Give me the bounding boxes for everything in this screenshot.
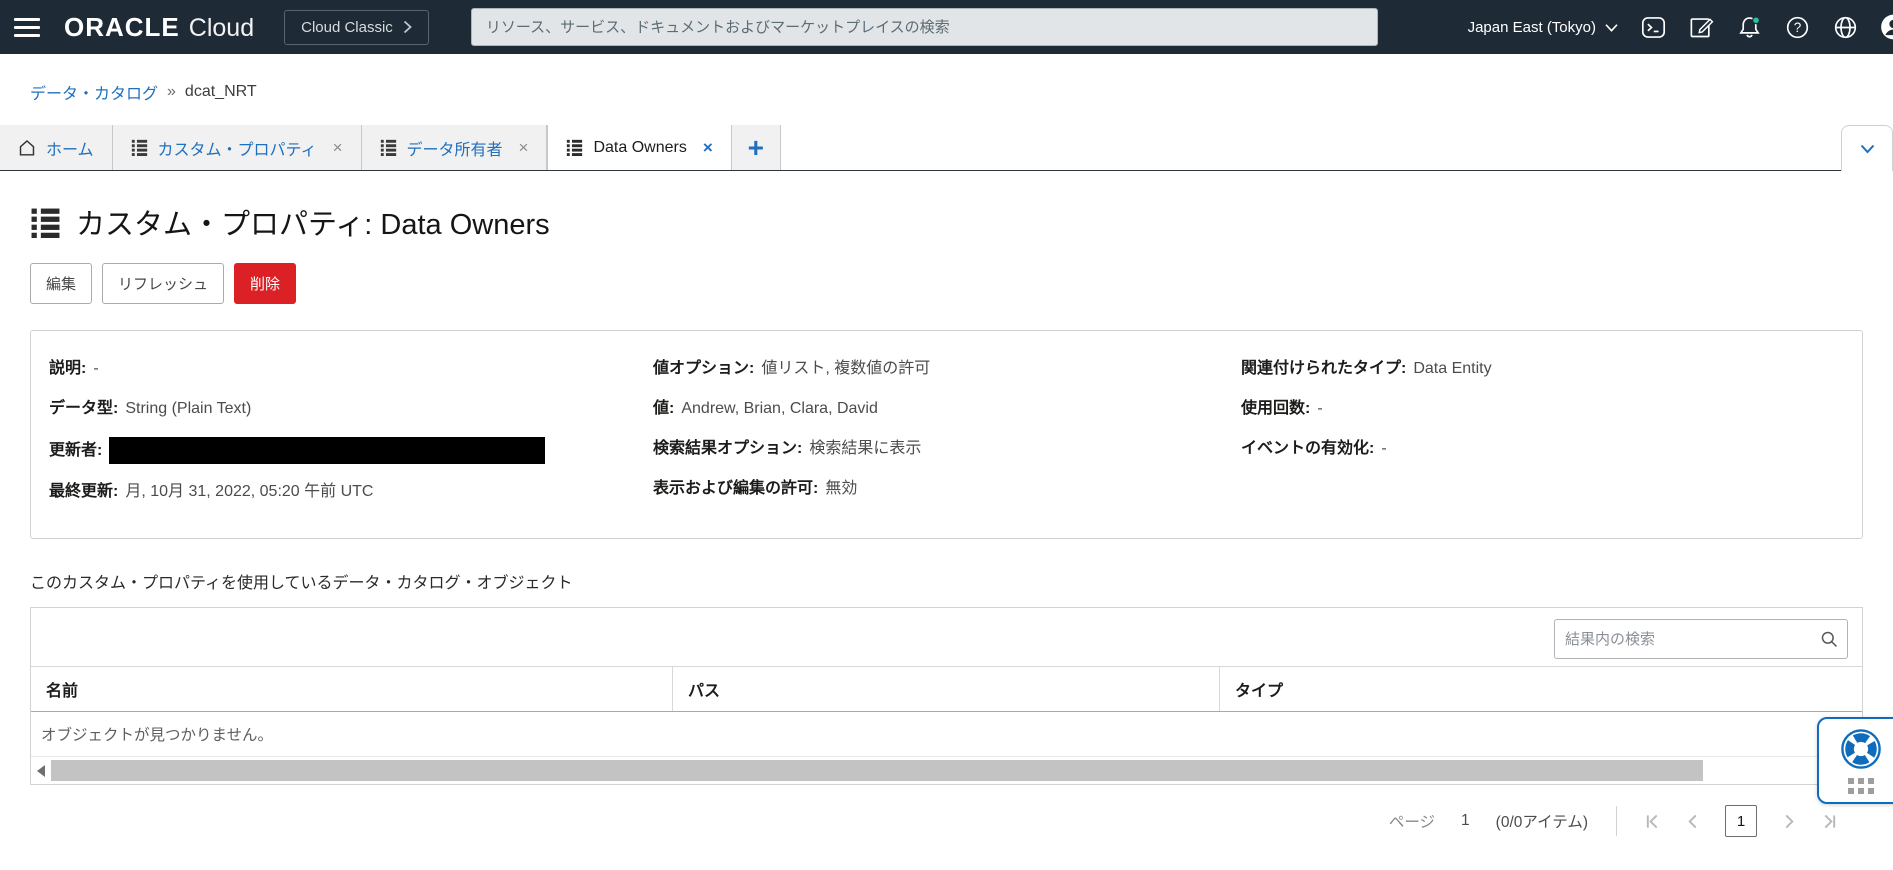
details-column-1: 説明:- データ型:String (Plain Text) 更新者: 最終更新:… [49,357,653,520]
detail-search-result-option: 検索結果オプション:検索結果に表示 [653,437,1241,461]
cloud-classic-button[interactable]: Cloud Classic [284,10,429,45]
refresh-button[interactable]: リフレッシュ [102,263,224,304]
svg-text:?: ? [1794,20,1802,35]
detail-show-edit-permission: 表示および編集の許可:無効 [653,477,1241,501]
oracle-cloud-console: ORACLE Cloud Cloud Classic Japan East (T… [0,0,1893,870]
next-page-button[interactable] [1783,813,1796,830]
drag-dots-icon [1848,778,1874,794]
tab-label: Data Owners [593,139,686,157]
language-globe-icon[interactable] [1832,14,1859,41]
breadcrumb: データ・カタログ » dcat_NRT [0,54,1893,104]
tab-label: カスタム・プロパティ [158,136,317,160]
tab-data-owners-jp[interactable]: データ所有者 × [362,125,548,170]
detail-updated-by: 更新者: [49,437,653,464]
table-toolbar [31,608,1862,666]
tab-bar: ホーム カスタム・プロパティ × [0,125,1893,171]
tab-data-owners-active[interactable]: Data Owners × [547,125,731,170]
breadcrumb-separator: » [167,83,176,101]
global-search-input[interactable] [472,19,1377,36]
chevron-down-icon [1859,143,1876,155]
global-search [471,8,1378,46]
detail-values: 値:Andrew, Brian, Clara, David [653,397,1241,421]
chevron-down-icon [1604,22,1619,33]
result-search-input[interactable] [1555,631,1811,648]
pagination: ページ 1 (0/0アイテム) 1 [0,805,1837,837]
detail-usage-count: 使用回数:- [1241,397,1844,421]
objects-table: 名前 パス タイプ オブジェクトが見つかりません。 [30,607,1863,785]
custom-property-icon [380,139,397,156]
details-column-3: 関連付けられたタイプ:Data Entity 使用回数:- イベントの有効化:- [1241,357,1844,520]
table-header-row: 名前 パス タイプ [31,666,1862,712]
brand-oracle: ORACLE [64,12,180,43]
column-header-type[interactable]: タイプ [1220,667,1862,711]
detail-last-updated: 最終更新:月, 10月 31, 2022, 05:20 午前 UTC [49,480,653,504]
detail-events-enabled: イベントの有効化:- [1241,437,1844,461]
action-buttons: 編集 リフレッシュ 削除 [30,263,1893,304]
announcements-edit-icon[interactable] [1688,14,1715,41]
life-ring-icon [1840,728,1882,770]
breadcrumb-current: dcat_NRT [185,83,257,101]
tab-home[interactable]: ホーム [0,125,113,170]
breadcrumb-data-catalog-link[interactable]: データ・カタログ [30,80,158,104]
items-count: (0/0アイテム) [1496,810,1588,832]
current-page-button[interactable]: 1 [1725,805,1757,837]
close-icon[interactable]: × [333,139,343,156]
redacted-value [109,437,545,464]
detail-description: 説明:- [49,357,653,381]
detail-value-options: 値オプション:値リスト, 複数値の許可 [653,357,1241,381]
user-avatar[interactable] [1880,14,1893,41]
scrollbar-thumb[interactable] [51,760,1703,781]
close-icon[interactable]: × [519,139,529,156]
top-bar: ORACLE Cloud Cloud Classic Japan East (T… [0,0,1893,54]
close-icon[interactable]: × [703,139,713,156]
last-page-button[interactable] [1822,813,1837,830]
topbar-right: Japan East (Tokyo) [1468,14,1893,41]
detail-associated-type: 関連付けられたタイプ:Data Entity [1241,357,1844,381]
column-header-name[interactable]: 名前 [31,667,673,711]
custom-property-icon [131,139,148,156]
chevron-right-icon [403,20,412,34]
cloud-shell-icon[interactable] [1640,14,1667,41]
horizontal-scrollbar [31,756,1862,784]
custom-property-icon [566,139,583,156]
region-selector[interactable]: Japan East (Tokyo) [1468,19,1619,36]
cloud-classic-label: Cloud Classic [301,19,393,36]
help-icon[interactable]: ? [1784,14,1811,41]
table-empty-message: オブジェクトが見つかりません。 [31,712,1862,756]
search-icon[interactable] [1811,630,1847,649]
result-search [1554,619,1848,659]
notification-dot [1753,16,1760,23]
detail-data-type: データ型:String (Plain Text) [49,397,653,421]
scroll-left-button[interactable] [31,757,51,784]
tab-overflow-button[interactable] [1841,125,1893,171]
tab-label: データ所有者 [407,136,503,160]
tab-label: ホーム [46,136,94,160]
hamburger-menu-icon[interactable] [14,18,44,37]
column-header-path[interactable]: パス [673,667,1220,711]
first-page-button[interactable] [1645,813,1660,830]
custom-property-icon [30,207,61,238]
tab-custom-properties[interactable]: カスタム・プロパティ × [113,125,362,170]
region-label: Japan East (Tokyo) [1468,19,1596,36]
details-panel: 説明:- データ型:String (Plain Text) 更新者: 最終更新:… [30,330,1863,539]
page-title-text: カスタム・プロパティ: Data Owners [76,201,550,243]
add-tab-button[interactable]: + [732,125,781,170]
page-label: ページ [1389,810,1435,832]
notifications-bell-icon[interactable] [1736,14,1763,41]
oracle-cloud-logo[interactable]: ORACLE Cloud [64,12,254,43]
brand-cloud: Cloud [189,14,254,43]
page-title: カスタム・プロパティ: Data Owners [30,201,1893,243]
edit-button[interactable]: 編集 [30,263,92,304]
delete-button[interactable]: 削除 [234,263,296,304]
assistant-launcher[interactable] [1817,717,1893,804]
objects-section-heading: このカスタム・プロパティを使用しているデータ・カタログ・オブジェクト [30,569,1893,593]
page-number: 1 [1461,812,1470,830]
previous-page-button[interactable] [1686,813,1699,830]
pagination-divider [1616,806,1617,836]
home-icon [18,139,36,157]
details-column-2: 値オプション:値リスト, 複数値の許可 値:Andrew, Brian, Cla… [653,357,1241,520]
